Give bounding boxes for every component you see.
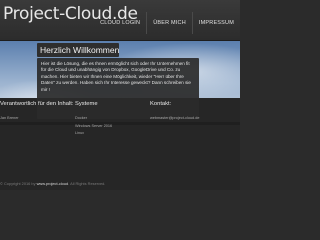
copyright-text: © Copyright 2016 by www.project-cloud. A… (0, 181, 240, 186)
nav-cloud-login[interactable]: CLOUD LOGIN (94, 12, 146, 34)
header: Project-Cloud.de CLOUD LOGIN ÜBER MICH I… (0, 0, 240, 41)
responsible-name: Jan Brener (0, 116, 19, 120)
footer-col-title: Kontakt: (150, 101, 172, 107)
copyright-prefix: © Copyright 2016 by (0, 181, 37, 186)
footer-col-systems: Systeme Docker Windows Server 2016 Linux (75, 101, 112, 138)
footer-col-title: Systeme (75, 101, 98, 107)
welcome-heading: Herzlich Willkommen (37, 43, 119, 57)
footer-col-contact: Kontakt: webmaster@project-cloud.de (150, 101, 199, 123)
page-bottom (0, 190, 240, 240)
copyright-site-link[interactable]: www.project-cloud (37, 181, 69, 186)
system-item: Windows Server 2016 (75, 123, 113, 128)
footer-col-responsible: Verantwortlich für den Inhalt: Jan Brene… (0, 101, 73, 123)
copyright-suffix: . All Rights Reserved. (68, 181, 106, 186)
nav-impressum[interactable]: IMPRESSUM (191, 12, 240, 34)
contact-email-link[interactable]: webmaster@project-cloud.de (150, 115, 199, 123)
main-nav: CLOUD LOGIN ÜBER MICH IMPRESSUM (94, 12, 240, 34)
system-item: Docker (75, 116, 88, 120)
welcome-text: Hier ist die Lösung, die es Ihnen ermögl… (41, 61, 191, 92)
nav-ueber-mich[interactable]: ÜBER MICH (146, 12, 192, 34)
system-item: Linux (75, 131, 85, 135)
footer-col-title: Verantwortlich für den Inhalt: (0, 101, 74, 107)
